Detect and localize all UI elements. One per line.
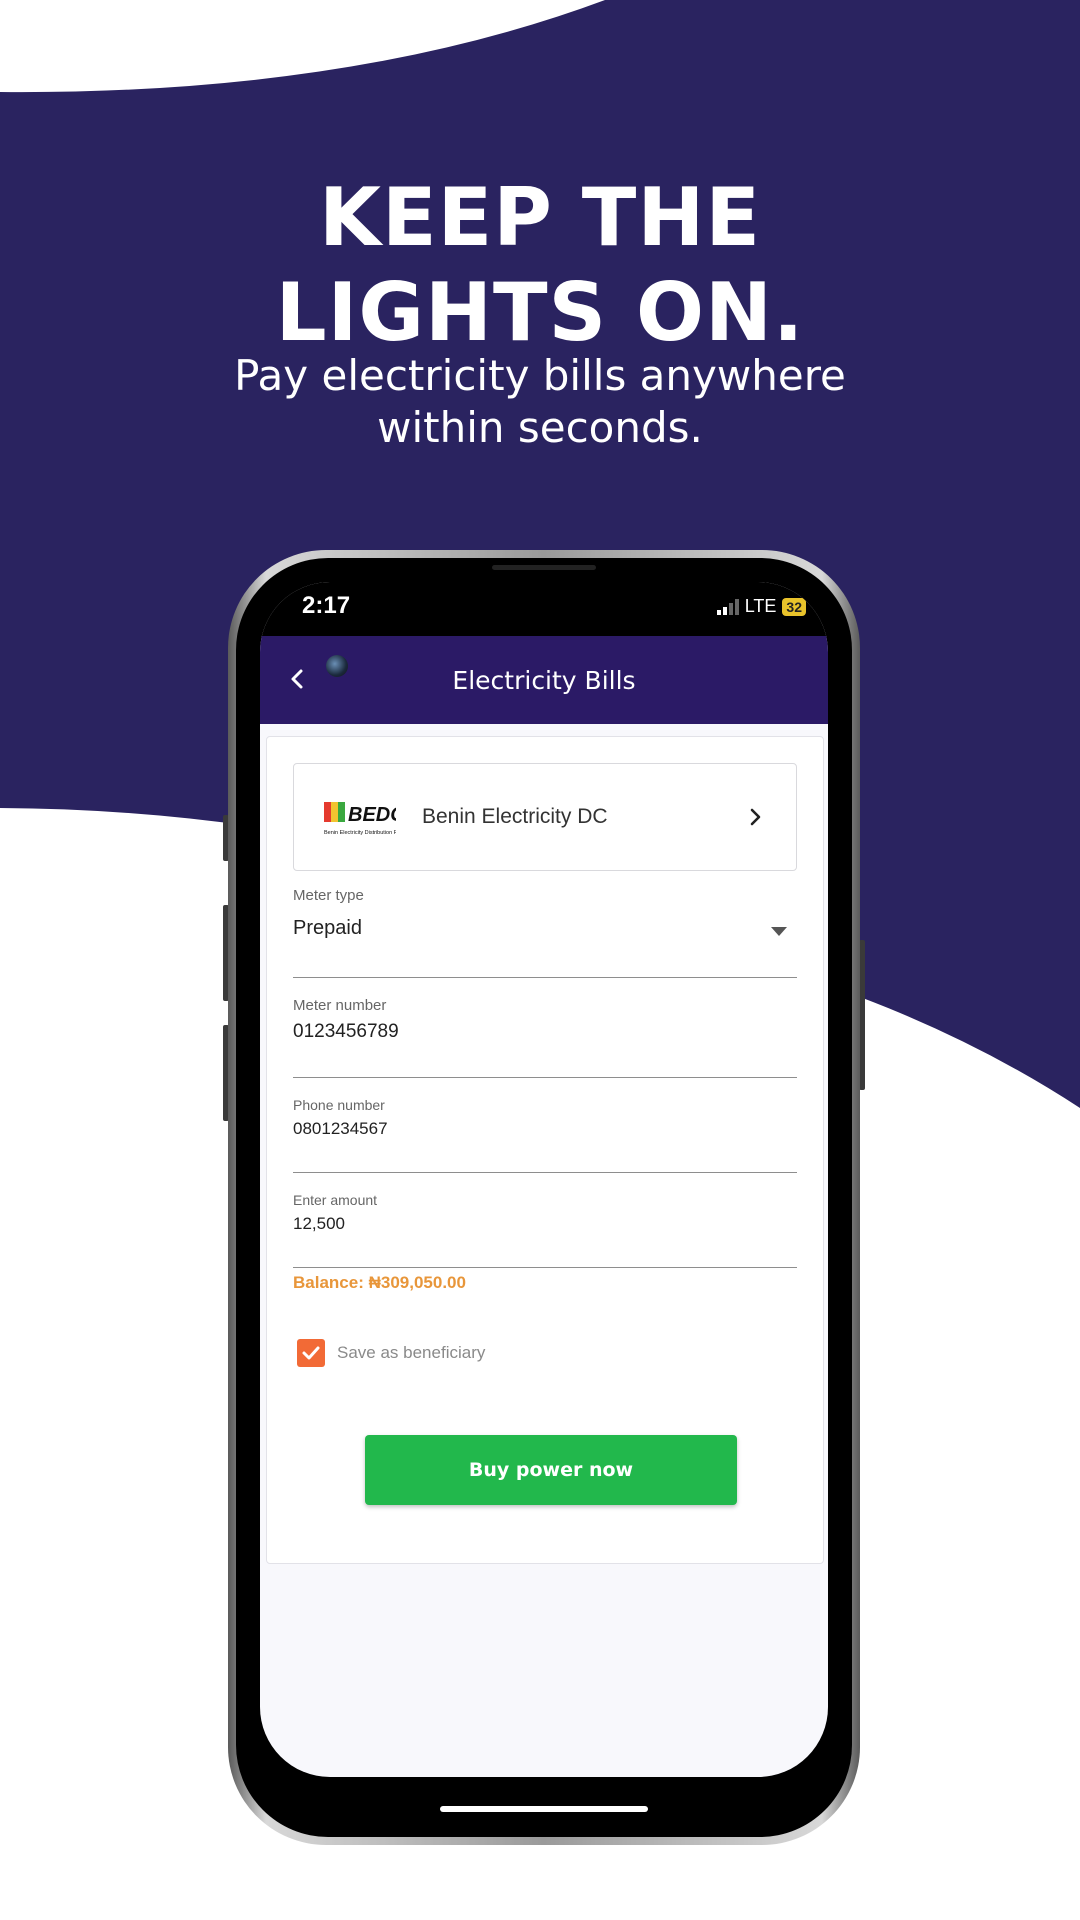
subheadline: Pay electricity bills anywhere within se… xyxy=(234,351,846,452)
provider-selector[interactable]: BEDC Benin Electricity Distribution PLC … xyxy=(293,763,797,871)
phone-screen: 2:17 LTE 32 Electricity Bills BEDC Benin… xyxy=(260,582,828,1777)
balance-text: Balance: ₦309,050.00 xyxy=(293,1273,466,1292)
status-indicators: LTE 32 xyxy=(716,596,806,617)
phone-number-value: 0801234567 xyxy=(293,1119,388,1138)
battery-icon: 32 xyxy=(782,597,806,616)
speaker-grille xyxy=(492,565,596,570)
signal-icon xyxy=(716,598,739,615)
save-beneficiary-checkbox[interactable] xyxy=(297,1339,325,1367)
save-beneficiary-label: Save as beneficiary xyxy=(337,1343,486,1362)
meter-type-label: Meter type xyxy=(293,887,364,904)
bedc-logo: BEDC Benin Electricity Distribution PLC xyxy=(324,802,396,836)
front-camera xyxy=(326,655,348,677)
meter-number-label: Meter number xyxy=(293,997,387,1014)
amount-label: Enter amount xyxy=(293,1192,378,1208)
svg-text:BEDC: BEDC xyxy=(348,804,396,826)
app-bar: Electricity Bills xyxy=(260,636,828,724)
provider-name: Benin Electricity DC xyxy=(422,805,608,828)
phone-number-label: Phone number xyxy=(293,1097,385,1113)
meter-number-value: 0123456789 xyxy=(293,1021,399,1042)
network-type: LTE xyxy=(744,596,777,616)
buy-power-button[interactable]: Buy power now xyxy=(365,1435,737,1505)
status-time: 2:17 xyxy=(302,592,351,619)
svg-text:Benin Electricity Distribution: Benin Electricity Distribution PLC xyxy=(324,830,396,836)
phone-number-field[interactable]: Phone number 0801234567 xyxy=(293,1097,797,1173)
meter-type-select[interactable]: Meter type Prepaid xyxy=(293,887,797,978)
status-bar: 2:17 LTE 32 xyxy=(260,582,828,636)
dropdown-arrow-icon xyxy=(771,927,787,936)
meter-type-value: Prepaid xyxy=(293,917,362,939)
meter-number-field[interactable]: Meter number 0123456789 xyxy=(293,997,797,1078)
headline: KEEP THE LIGHTS ON. xyxy=(275,171,805,359)
chevron-right-icon xyxy=(750,808,761,826)
amount-value: 12,500 xyxy=(293,1214,345,1233)
home-indicator[interactable] xyxy=(440,1806,648,1812)
form-card: BEDC Benin Electricity Distribution PLC … xyxy=(266,736,824,1564)
checkmark-icon xyxy=(302,1346,320,1360)
amount-field[interactable]: Enter amount 12,500 xyxy=(293,1192,797,1268)
